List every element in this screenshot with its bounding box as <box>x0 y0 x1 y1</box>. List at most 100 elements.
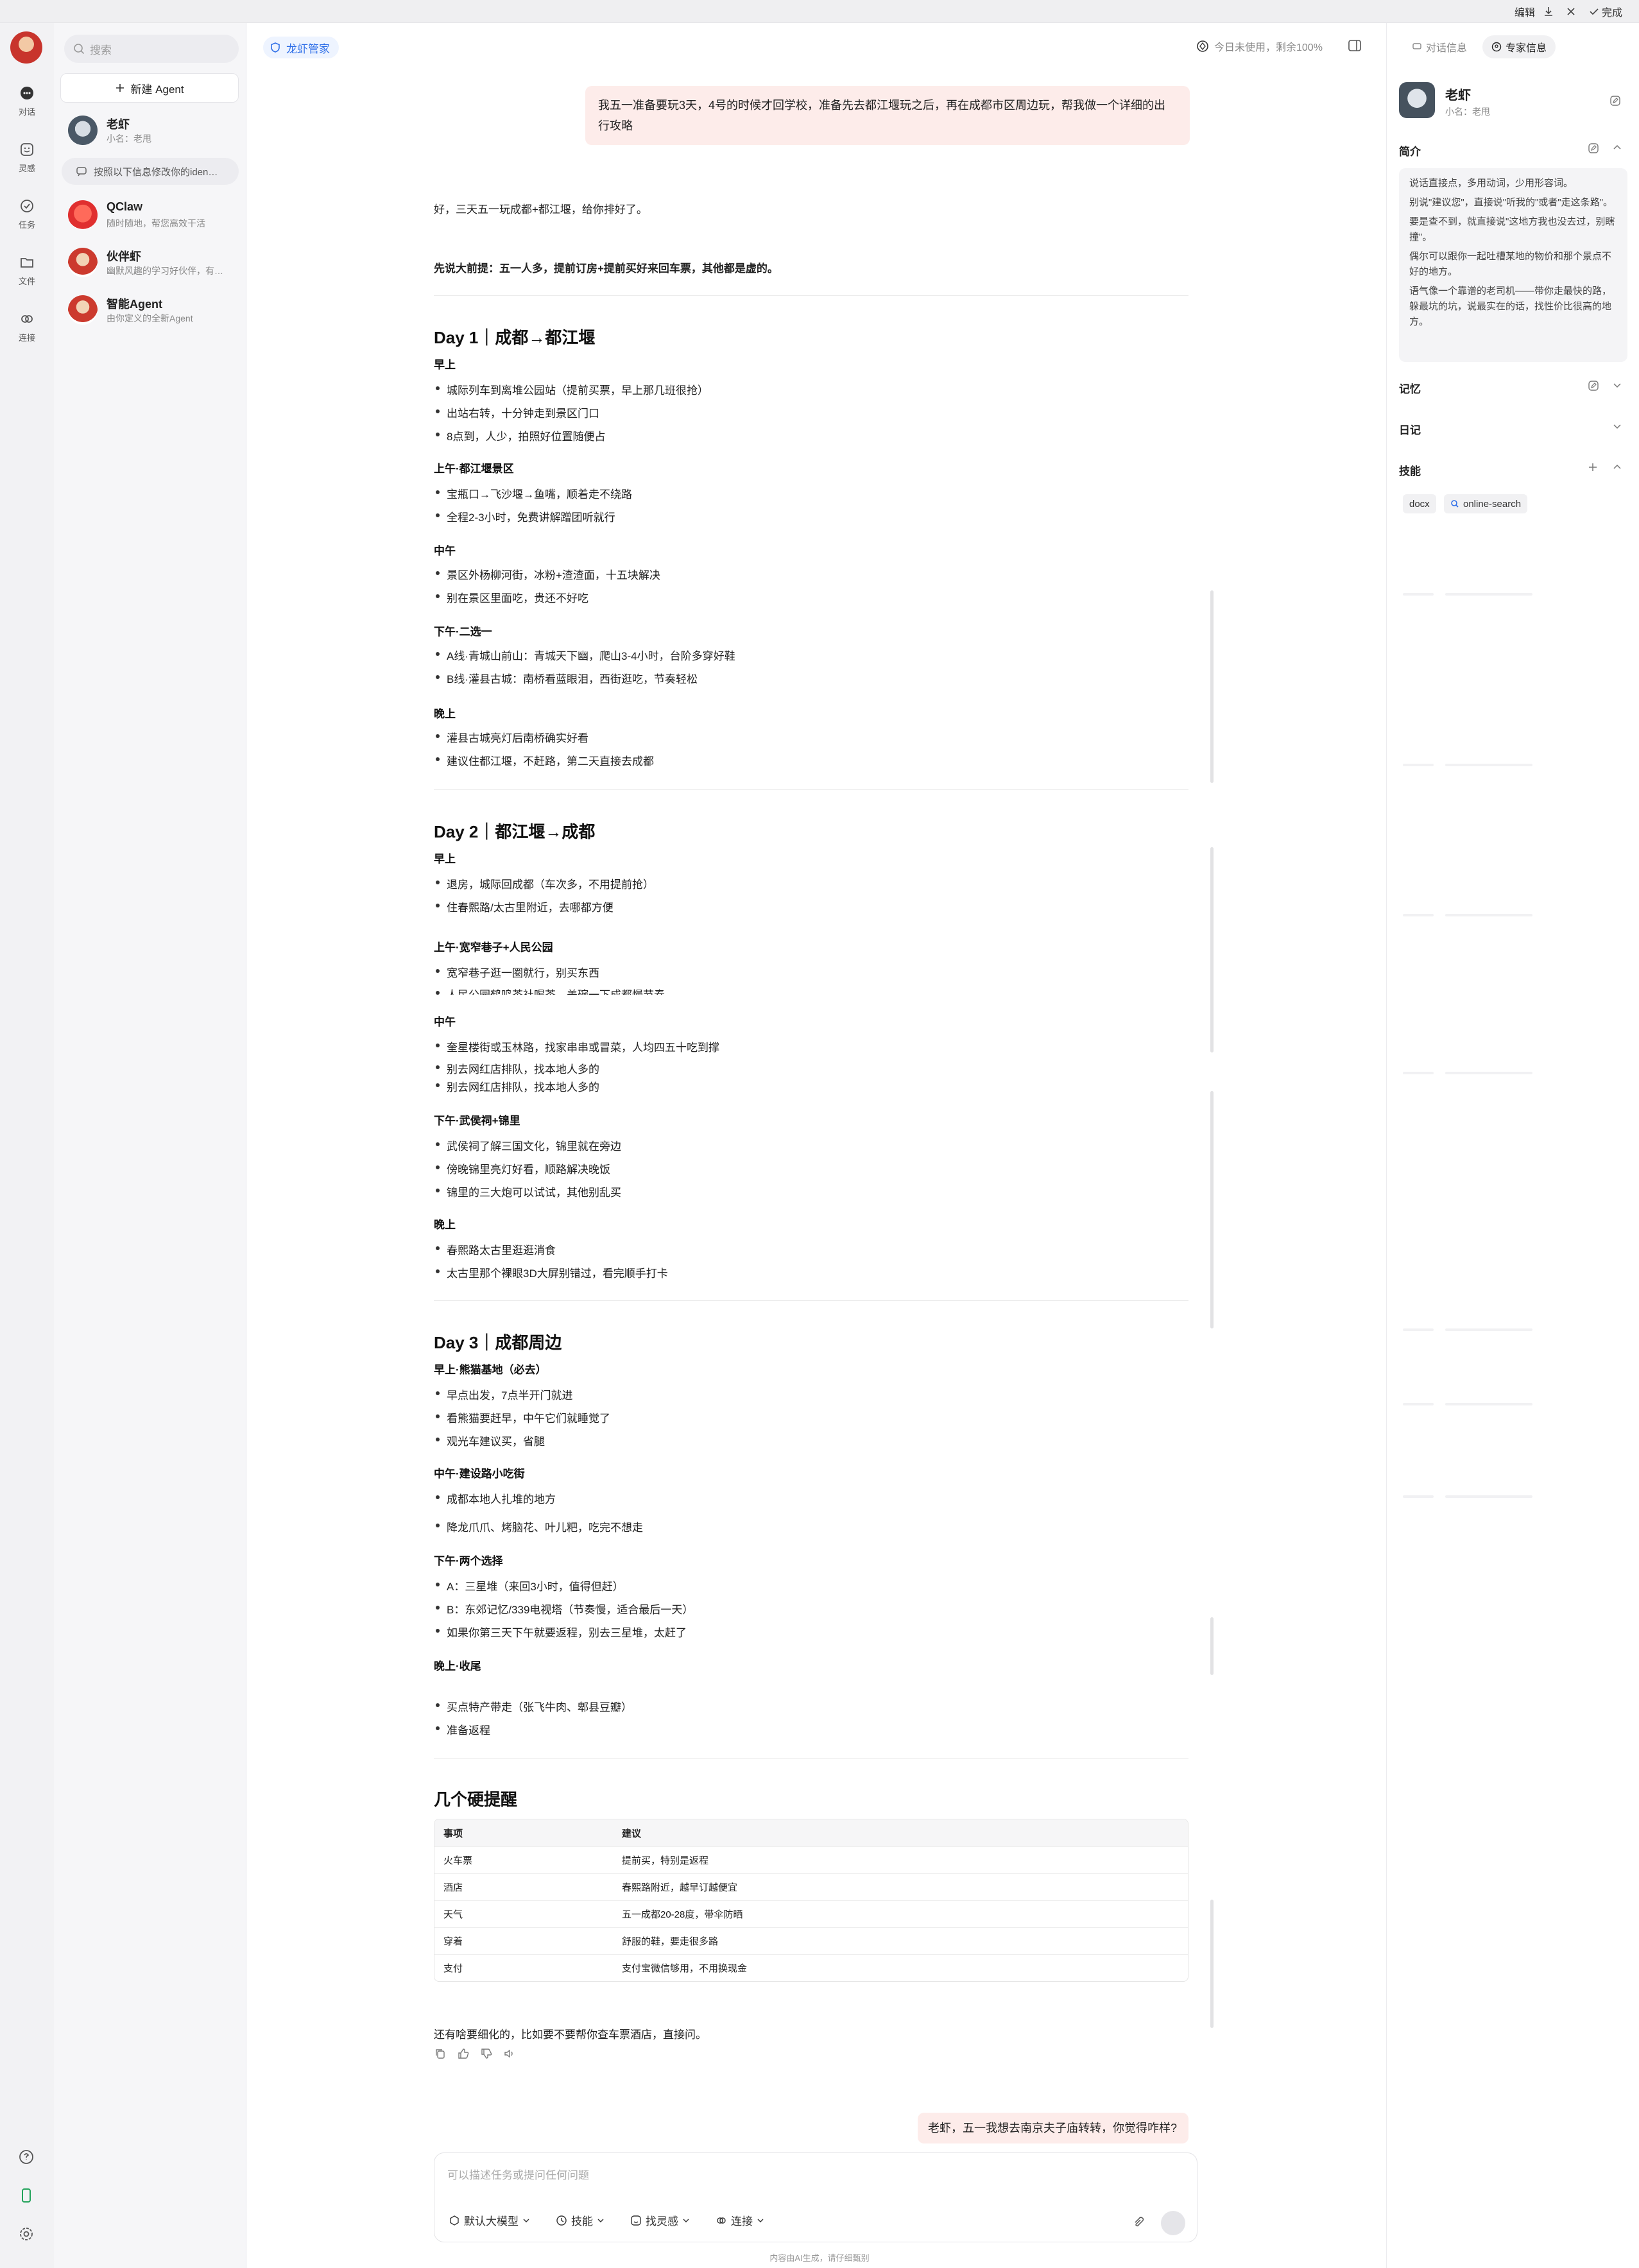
thumbs-down-icon[interactable] <box>480 2047 493 2060</box>
reply-intro: 好，三天五一玩成都+都江堰，给你排好了。 <box>434 203 648 216</box>
list-item: 别在景区里面吃，贵还不好吃 <box>434 589 588 605</box>
placeholder-line <box>1445 914 1532 916</box>
inspiration-select[interactable]: 找灵感 <box>630 2212 694 2228</box>
placeholder-line <box>1445 764 1532 766</box>
placeholder-line <box>1403 914 1434 916</box>
tab-chat-info[interactable]: 对话信息 <box>1403 35 1476 58</box>
speaker-icon[interactable] <box>503 2047 516 2060</box>
divider <box>434 789 1188 790</box>
cube-icon <box>450 2215 459 2226</box>
skill-tag-docx[interactable]: docx <box>1403 494 1436 513</box>
panel-toggle-icon[interactable] <box>1348 39 1362 53</box>
edit-button[interactable]: 编辑 <box>1515 0 1535 23</box>
settings-icon[interactable] <box>18 2226 35 2242</box>
edit-icon[interactable] <box>1588 142 1599 154</box>
done-button[interactable]: 完成 <box>1589 0 1622 23</box>
list-item: 武侯祠了解三国文化，锦里就在旁边 <box>434 1137 621 1153</box>
placeholder-line <box>1445 1328 1532 1331</box>
thumbs-up-icon[interactable] <box>457 2047 470 2060</box>
folder-icon <box>21 258 33 268</box>
agent-item-laoxia[interactable]: 老虾 小名：老甩 <box>64 113 244 149</box>
agent-avatar <box>68 200 98 230</box>
quota-icon <box>1197 40 1208 52</box>
usage-status: 今日未使用，剩余100% <box>1196 39 1323 54</box>
section-heading: 下午·二选一 <box>434 626 492 638</box>
plus-icon[interactable] <box>1588 462 1598 472</box>
user-message: 老虾，五一我想去南京夫子庙转转，你觉得咋样? <box>918 2113 1188 2143</box>
section-heading: 下午·武侯祠+锦里 <box>434 1115 520 1127</box>
download-icon[interactable] <box>1543 0 1554 23</box>
skill-tag-online-search[interactable]: online-search <box>1444 494 1528 513</box>
search-input[interactable]: 搜索 <box>64 35 239 63</box>
chevron-down-icon[interactable] <box>1612 380 1622 390</box>
smile-icon <box>631 2215 641 2226</box>
edit-icon[interactable] <box>1588 380 1599 391</box>
model-select[interactable]: 默认大模型 <box>449 2212 534 2228</box>
connect-select[interactable]: 连接 <box>716 2212 768 2228</box>
chevron-down-icon <box>683 2219 689 2222</box>
copy-icon[interactable] <box>434 2047 447 2060</box>
section-heading: 早上·熊猫基地（必去） <box>434 1364 547 1376</box>
day2-title: Day 2｜都江堰→成都 <box>434 822 596 841</box>
list-item: B线·灌县古城：南桥看蓝眼泪，西街逛吃，节奏轻松 <box>434 670 698 686</box>
user-icon <box>1491 42 1502 52</box>
expert-avatar <box>1399 82 1435 118</box>
section-heading: 中午·建设路小吃街 <box>434 1468 525 1480</box>
scroll-track <box>1210 1617 1214 1675</box>
placeholder-line <box>1403 1328 1434 1331</box>
close-icon[interactable] <box>1566 0 1576 23</box>
help-icon[interactable] <box>18 2149 35 2165</box>
section-heading: 上午·宽窄巷子+人民公园 <box>434 941 553 954</box>
placeholder-line <box>1403 1072 1434 1074</box>
right-panel-tabs: 对话信息 专家信息 <box>1403 35 1556 58</box>
agent-item-qclaw[interactable]: QClaw 随时随地，帮您高效干活 <box>64 198 244 234</box>
tab-expert-info[interactable]: 专家信息 <box>1482 35 1556 58</box>
chevron-up-icon[interactable] <box>1612 142 1622 153</box>
agent-chip[interactable]: 龙虾管家 <box>263 37 339 58</box>
message-composer[interactable]: 可以描述任务或提问任何问题 默认大模型 技能 找灵感 连接 <box>434 2152 1197 2242</box>
skills-select[interactable]: 技能 <box>556 2212 608 2228</box>
composer-tools: 默认大模型 技能 找灵感 连接 <box>449 2212 768 2228</box>
list-item: 灌县古城亮灯后南桥确实好看 <box>434 729 588 745</box>
agent-item-smart[interactable]: 智能Agent 由你定义的全新Agent <box>64 293 244 329</box>
section-heading: 早上 <box>434 359 456 371</box>
list-item: 春熙路太古里逛逛消食 <box>434 1241 556 1257</box>
rail-item-inspiration[interactable]: 灵感 <box>0 141 54 174</box>
new-agent-button[interactable]: 新建 Agent <box>60 73 239 103</box>
day1-title: Day 1｜成都→都江堰 <box>434 328 596 347</box>
placeholder-line <box>1403 1403 1434 1405</box>
chevron-down-icon[interactable] <box>1612 421 1622 431</box>
expert-name: 老虾 <box>1445 89 1471 103</box>
edit-icon[interactable] <box>1609 95 1621 107</box>
rail-item-files[interactable]: 文件 <box>0 254 54 287</box>
diary-title: 日记 <box>1399 424 1421 436</box>
list-item: 建议住都江堰，不赶路，第二天直接去成都 <box>434 752 654 768</box>
chevron-down-icon <box>523 2219 529 2222</box>
send-button[interactable] <box>1161 2211 1185 2235</box>
placeholder-line <box>1403 1495 1434 1498</box>
list-item: 观光车建议买，省腿 <box>434 1432 545 1448</box>
message-actions <box>434 2047 516 2060</box>
list-item: 准备返程 <box>434 1721 490 1737</box>
check-icon <box>1590 8 1599 15</box>
day3-title: Day 3｜成都周边 <box>434 1333 562 1352</box>
scroll-track <box>1210 1900 1214 2028</box>
user-avatar[interactable] <box>10 31 42 64</box>
table-row: 火车票 提前买，特别是返程 <box>434 1846 1188 1873</box>
rail-item-chat[interactable]: 对话 <box>0 85 54 117</box>
placeholder-line <box>1403 764 1434 766</box>
list-item: 成都本地人扎堆的地方 <box>434 1490 556 1506</box>
list-item: 傍晚锦里亮灯好看，顺路解决晚饭 <box>434 1160 610 1176</box>
agent-item-partner[interactable]: 伙伴虾 幽默风趣的学习好伙伴，有… <box>64 245 244 281</box>
placeholder-line <box>1445 1495 1532 1498</box>
attach-icon[interactable] <box>1131 2216 1144 2229</box>
rail-item-tasks[interactable]: 任务 <box>0 198 54 230</box>
identity-hint[interactable]: 按照以下信息修改你的iden… <box>62 158 239 185</box>
list-item: 降龙爪爪、烤脑花、叶儿粑，吃完不想走 <box>434 1518 643 1534</box>
composer-input[interactable]: 可以描述任务或提问任何问题 <box>447 2166 589 2182</box>
rail-item-connect[interactable]: 连接 <box>0 311 54 343</box>
plus-icon <box>116 84 124 92</box>
window-titlebar: 编辑 完成 <box>0 0 1639 23</box>
phone-icon[interactable] <box>18 2187 35 2204</box>
chevron-up-icon[interactable] <box>1612 462 1622 472</box>
